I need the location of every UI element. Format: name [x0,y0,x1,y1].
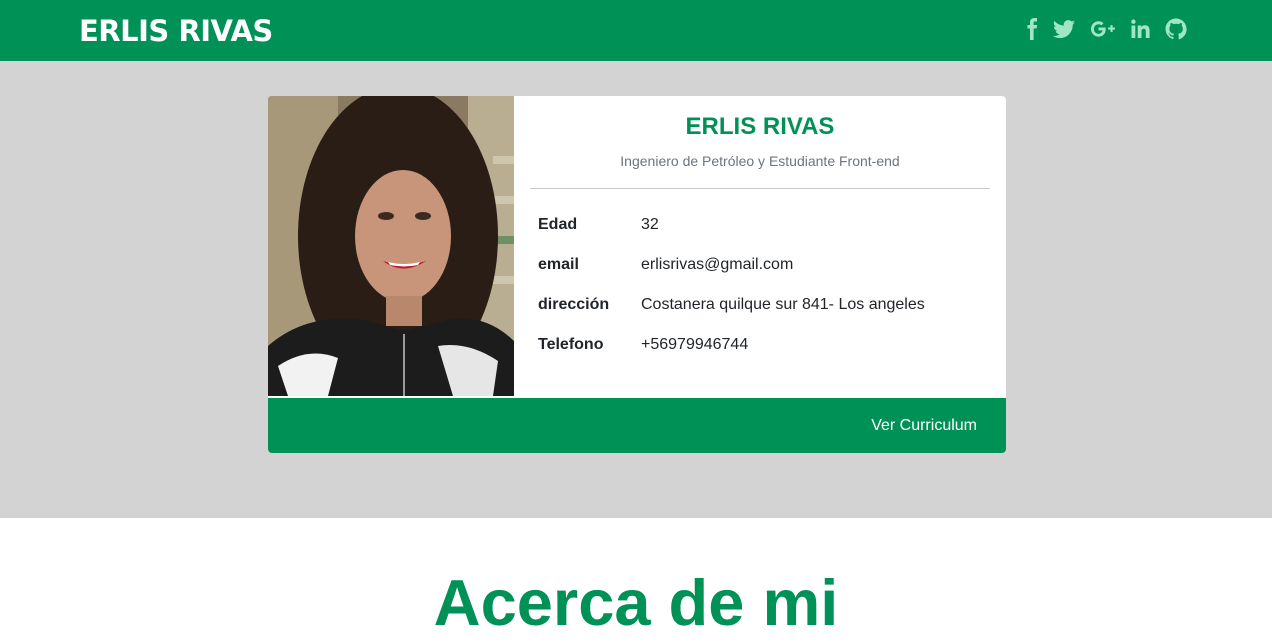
field-value: erlisrivas@gmail.com [641,256,794,273]
about-heading: Acerca de mi [433,566,839,639]
google-plus-icon[interactable] [1090,17,1116,41]
profile-info: ERLIS RIVAS Ingeniero de Petróleo y Estu… [514,96,1006,396]
linkedin-icon[interactable] [1130,17,1150,41]
profile-photo-illustration [268,96,514,396]
ver-curriculum-link[interactable]: Ver Curriculum [871,416,977,436]
field-row-direccion: dirección Costanera quilque sur 841- Los… [538,293,998,317]
field-label: Edad [538,216,578,233]
field-value: 32 [641,216,659,233]
divider [530,188,990,189]
facebook-icon[interactable] [1026,17,1038,41]
social-links [1012,17,1188,41]
field-label: email [538,256,579,273]
profile-photo [268,96,514,396]
twitter-icon[interactable] [1052,17,1076,41]
card-footer: Ver Curriculum [268,398,1006,453]
field-label: Telefono [538,336,604,353]
field-label: dirección [538,296,610,313]
field-value: +56979946744 [641,336,749,353]
profile-name: ERLIS RIVAS [685,113,835,140]
top-navbar: ERLIS RIVAS [0,0,1272,61]
field-row-edad: Edad 32 [538,213,998,237]
field-row-email: email erlisrivas@gmail.com [538,253,998,277]
field-value: Costanera quilque sur 841- Los angeles [641,296,925,313]
profile-card: ERLIS RIVAS Ingeniero de Petróleo y Estu… [268,96,1006,453]
github-icon[interactable] [1164,17,1188,41]
profile-subtitle: Ingeniero de Petróleo y Estudiante Front… [620,153,900,169]
brand-logo[interactable]: ERLIS RIVAS [79,14,273,48]
field-row-telefono: Telefono +56979946744 [538,333,998,357]
